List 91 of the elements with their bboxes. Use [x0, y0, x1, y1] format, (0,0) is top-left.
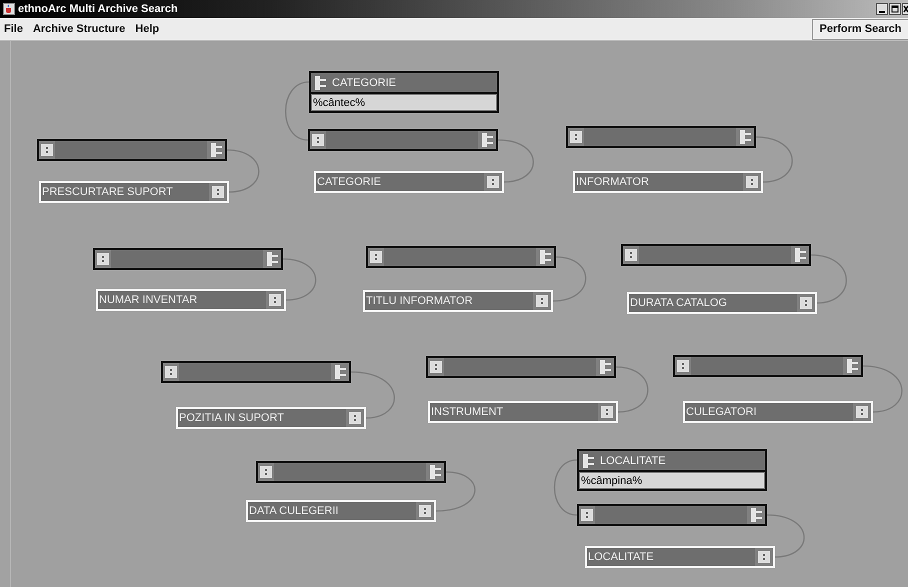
plug-icon[interactable] — [334, 365, 346, 379]
table-node[interactable] — [673, 355, 863, 377]
handle-icon[interactable] — [349, 412, 361, 424]
handle-icon[interactable] — [570, 131, 582, 143]
plug-icon[interactable] — [266, 252, 278, 266]
field-node[interactable]: DURATA CATALOG — [627, 292, 817, 314]
table-node[interactable] — [256, 461, 446, 483]
minimize-icon[interactable] — [876, 3, 888, 15]
field-node[interactable]: NUMAR INVENTAR — [96, 289, 286, 311]
connector-line — [766, 514, 805, 558]
menu-item[interactable]: File — [4, 23, 23, 35]
perform-search-button[interactable]: Perform Search — [812, 18, 908, 40]
connector-line — [756, 136, 793, 183]
connector-line — [552, 256, 586, 302]
field-label: CATEGORIE — [316, 175, 382, 190]
handle-icon[interactable] — [601, 406, 613, 418]
table-node[interactable] — [426, 356, 616, 378]
field-node[interactable]: CATEGORIE — [314, 171, 504, 193]
plug-icon[interactable] — [429, 465, 441, 479]
handle-icon[interactable] — [536, 295, 548, 307]
field-node[interactable]: CULEGATORI — [683, 401, 873, 423]
table-node[interactable] — [308, 129, 498, 151]
field-node[interactable]: POZITIA IN SUPORT — [176, 407, 366, 429]
plug-icon[interactable] — [794, 248, 806, 262]
table-node[interactable] — [161, 361, 351, 383]
field-node[interactable]: INFORMATOR — [573, 171, 763, 193]
handle-icon[interactable] — [800, 297, 812, 309]
plug-icon[interactable] — [582, 454, 594, 468]
plug-icon[interactable] — [750, 508, 762, 522]
filter-input[interactable]: %câmpina% — [579, 472, 765, 489]
window-title: ethnoArc Multi Archive Search — [18, 3, 179, 15]
connector-line — [350, 371, 395, 419]
field-node[interactable]: DATA CULEGERII — [246, 500, 436, 522]
field-label: CULEGATORI — [685, 405, 758, 420]
field-label: POZITIA IN SUPORT — [178, 411, 285, 426]
plug-icon[interactable] — [210, 143, 222, 157]
plug-icon[interactable] — [539, 250, 551, 264]
filter-label: CATEGORIE — [332, 76, 396, 88]
table-node[interactable] — [93, 248, 283, 270]
field-label: INFORMATOR — [575, 175, 650, 190]
handle-icon[interactable] — [41, 144, 53, 156]
connector-line — [282, 258, 316, 301]
field-node[interactable]: TITLU INFORMATOR — [363, 290, 553, 312]
connector-line — [862, 365, 902, 413]
handle-icon[interactable] — [269, 294, 281, 306]
handle-icon[interactable] — [165, 366, 177, 378]
plug-icon[interactable] — [739, 130, 751, 144]
handle-icon[interactable] — [430, 361, 442, 373]
handle-icon[interactable] — [746, 176, 758, 188]
field-label: PRESCURTARE SUPORT — [41, 185, 174, 200]
handle-icon[interactable] — [370, 251, 382, 263]
menu-item[interactable]: Help — [135, 23, 160, 35]
field-label: DURATA CATALOG — [629, 296, 728, 311]
handle-icon[interactable] — [677, 360, 689, 372]
field-label: NUMAR INVENTAR — [98, 293, 198, 308]
field-label: DATA CULEGERII — [248, 504, 340, 519]
plug-icon[interactable] — [846, 359, 858, 373]
handle-icon[interactable] — [97, 253, 109, 265]
filter-input[interactable]: %cântec% — [311, 94, 497, 111]
table-node[interactable] — [577, 504, 767, 526]
handle-icon[interactable] — [581, 509, 593, 521]
close-icon[interactable] — [902, 3, 908, 15]
handle-icon[interactable] — [312, 134, 324, 146]
field-node[interactable]: PRESCURTARE SUPORT — [39, 181, 229, 203]
handle-icon[interactable] — [625, 249, 637, 261]
connector-line — [498, 139, 534, 183]
connector-line — [436, 471, 476, 512]
connector-line — [616, 366, 648, 413]
handle-icon[interactable] — [260, 466, 272, 478]
cup-icon — [3, 3, 15, 15]
handle-icon[interactable] — [487, 176, 499, 188]
plug-icon[interactable] — [481, 133, 493, 147]
filter-label: LOCALITATE — [600, 454, 666, 466]
field-label: TITLU INFORMATOR — [365, 294, 474, 309]
handle-icon[interactable] — [212, 186, 224, 198]
plug-icon[interactable] — [599, 360, 611, 374]
field-node[interactable]: LOCALITATE — [585, 546, 775, 568]
table-node[interactable] — [621, 244, 811, 266]
handle-icon[interactable] — [758, 551, 770, 563]
table-node[interactable] — [366, 246, 556, 268]
connector-line — [810, 254, 847, 304]
field-node[interactable]: INSTRUMENT — [428, 401, 618, 423]
handle-icon[interactable] — [856, 406, 868, 418]
field-label: LOCALITATE — [587, 550, 655, 565]
plug-icon[interactable] — [314, 76, 326, 90]
table-node[interactable] — [37, 139, 227, 161]
handle-icon[interactable] — [419, 505, 431, 517]
menu-item[interactable]: Archive Structure — [32, 23, 126, 35]
field-label: INSTRUMENT — [430, 405, 504, 420]
table-node[interactable] — [566, 126, 756, 148]
connector-line — [226, 149, 260, 193]
